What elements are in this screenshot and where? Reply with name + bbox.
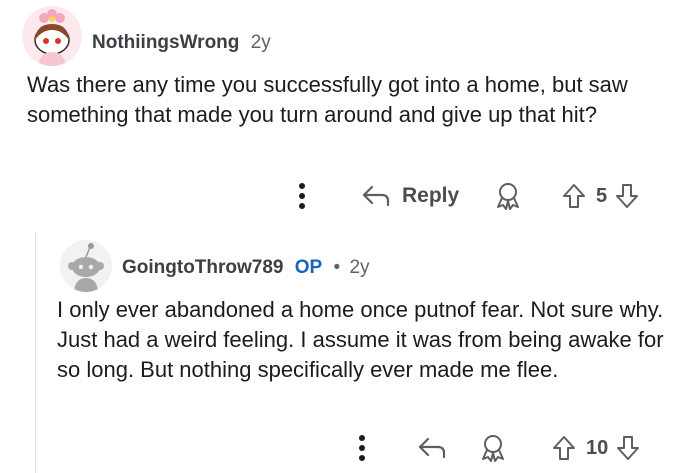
reply-age: 2y — [349, 257, 370, 278]
avatar-image — [22, 6, 82, 66]
reply-avatar[interactable] — [60, 240, 112, 292]
reply-label: Reply — [402, 184, 460, 207]
reply-vote-count: 10 — [586, 436, 609, 459]
vote-count: 5 — [596, 184, 608, 207]
upvote-icon[interactable] — [552, 434, 576, 462]
reply-meta: GoingtoThrow789 OP • 2y — [122, 257, 370, 279]
op-badge: OP — [294, 257, 323, 278]
reply-more-options-button[interactable] — [356, 432, 368, 464]
more-options-icon — [359, 435, 365, 461]
commenter-avatar[interactable] — [22, 6, 82, 66]
reply-button[interactable]: Reply — [360, 181, 459, 211]
comment-age: 2y — [250, 32, 271, 53]
reply-award-button[interactable] — [478, 433, 508, 463]
reply-username[interactable]: GoingtoThrow789 — [122, 257, 284, 278]
reply-body: I only ever abandoned a home once putnof… — [57, 297, 664, 382]
reply-reply-button[interactable] — [416, 433, 448, 463]
comment-body: Was there any time you successfully got … — [27, 72, 628, 127]
thread-line[interactable] — [35, 232, 36, 473]
more-options-button[interactable] — [296, 180, 308, 212]
award-button[interactable] — [493, 181, 523, 211]
reply-arrow-icon — [362, 185, 390, 207]
comment-meta: NothiingsWrong 2y — [92, 32, 271, 54]
reply-vote-controls: 10 — [552, 433, 640, 463]
downvote-icon[interactable] — [616, 434, 640, 462]
downvote-icon[interactable] — [615, 182, 639, 210]
commenter-username[interactable]: NothiingsWrong — [92, 32, 239, 53]
snoo-avatar-icon — [60, 240, 112, 292]
reply-arrow-icon — [418, 437, 446, 459]
award-icon — [497, 183, 519, 210]
upvote-icon[interactable] — [562, 182, 586, 210]
meta-separator: • — [333, 257, 341, 278]
vote-controls: 5 — [562, 181, 639, 211]
award-icon — [482, 435, 504, 462]
more-options-icon — [299, 183, 305, 209]
